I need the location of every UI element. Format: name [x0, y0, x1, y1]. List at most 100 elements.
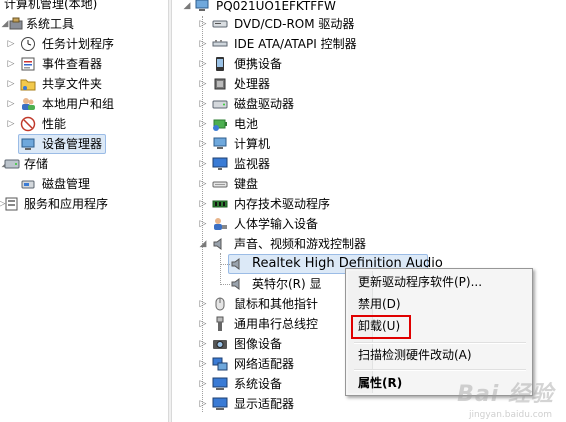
device-category-label: 计算机 — [234, 137, 271, 151]
tree-item-label: 服务和应用程序 — [24, 197, 109, 211]
device-category-label: 监视器 — [234, 157, 271, 171]
tree-item-performance[interactable]: ▷ 性能 — [0, 114, 168, 134]
dvd-drive-icon — [212, 16, 228, 32]
device-category-row[interactable]: ▷ 磁盘驱动器 — [172, 94, 566, 114]
device-category-row[interactable]: ▷ 计算机 — [172, 134, 566, 154]
clock-icon — [20, 36, 36, 52]
device-category-row[interactable]: ▷ IDE ATA/ATAPI 控制器 — [172, 34, 566, 54]
expand-arrow-icon[interactable]: ▷ — [198, 394, 208, 414]
device-category-row[interactable]: ▷ 键盘 — [172, 174, 566, 194]
device-category-row[interactable]: ▷ 便携设备 — [172, 54, 566, 74]
device-category-row[interactable]: ◢ 声音、视频和游戏控制器 — [172, 234, 566, 254]
expand-arrow-icon[interactable]: ▷ — [6, 114, 16, 134]
tree-item-task-scheduler[interactable]: ▷ 任务计划程序 — [0, 34, 168, 54]
expand-arrow-icon[interactable]: ▷ — [198, 314, 208, 334]
device-category-label: 显示适配器 — [234, 397, 295, 411]
tree-item-label: 事件查看器 — [42, 57, 103, 71]
tree-item-event-viewer[interactable]: ▷ 事件查看器 — [0, 54, 168, 74]
collapse-arrow-icon[interactable]: ◢ — [198, 234, 208, 254]
expand-arrow-icon[interactable]: ▷ — [198, 194, 208, 214]
mouse-icon — [212, 296, 228, 312]
expand-arrow-icon[interactable]: ▷ — [198, 294, 208, 314]
sound-icon — [212, 236, 228, 252]
tree-item-storage[interactable]: ◢ 存储 — [0, 154, 168, 174]
expand-arrow-icon[interactable]: ▷ — [198, 74, 208, 94]
disk-management-icon — [20, 176, 36, 192]
expand-arrow-icon[interactable]: ▷ — [198, 34, 208, 54]
system-device-icon — [212, 376, 228, 392]
expand-arrow-icon[interactable]: ▷ — [198, 374, 208, 394]
device-category-label: DVD/CD-ROM 驱动器 — [234, 17, 355, 31]
ide-controller-icon — [212, 36, 228, 52]
device-category-label: 声音、视频和游戏控制器 — [234, 237, 367, 251]
device-category-label: 内存技术驱动程序 — [234, 197, 331, 211]
tree-item-label: 系统工具 — [26, 17, 75, 31]
device-category-label: 通用串行总线控 — [234, 317, 319, 331]
console-tree-pane: 计算机管理(本地) ◢ 系统工具 ▷ 任务计划程序 ▷ 事件查看器 ▷ 共享文件… — [0, 0, 168, 422]
expand-arrow-icon[interactable]: ▷ — [198, 174, 208, 194]
disk-drive-icon — [212, 96, 228, 112]
expand-arrow-icon[interactable]: ▷ — [198, 154, 208, 174]
expand-arrow-icon[interactable]: ▷ — [198, 134, 208, 154]
tree-item-system-tools[interactable]: ◢ 系统工具 — [0, 14, 168, 34]
expand-arrow-icon[interactable]: ▷ — [6, 34, 16, 54]
uninstall-highlight-box — [351, 315, 411, 339]
portable-device-icon — [212, 56, 228, 72]
expand-arrow-icon[interactable]: ▷ — [198, 14, 208, 34]
tree-item-shared-folders[interactable]: ▷ 共享文件夹 — [0, 74, 168, 94]
memory-icon — [212, 196, 228, 212]
device-category-label: 英特尔(R) 显 — [252, 277, 322, 291]
menu-item-properties[interactable]: 属性(R) — [358, 373, 402, 393]
device-category-row[interactable]: ▷ 人体学输入设备 — [172, 214, 566, 234]
menu-item-disable[interactable]: 禁用(D) — [358, 294, 401, 314]
device-manager-icon — [20, 136, 36, 152]
shared-folder-icon — [20, 76, 36, 92]
tree-item-label: 存储 — [24, 157, 49, 171]
expand-arrow-icon[interactable]: ▷ — [198, 94, 208, 114]
speaker-icon — [230, 276, 246, 292]
tree-item-label: 性能 — [42, 117, 67, 131]
device-category-row[interactable]: ▷ 电池 — [172, 114, 566, 134]
device-category-label: 电池 — [234, 117, 259, 131]
device-category-label: 磁盘驱动器 — [234, 97, 295, 111]
tree-root-label: 计算机管理(本地) — [4, 0, 98, 11]
tree-item-label: 共享文件夹 — [42, 77, 103, 91]
tree-item-local-users[interactable]: ▷ 本地用户和组 — [0, 94, 168, 114]
processor-icon — [212, 76, 228, 92]
menu-item-scan-hardware[interactable]: 扫描检测硬件改动(A) — [358, 345, 472, 365]
device-category-label: 图像设备 — [234, 337, 283, 351]
menu-separator — [354, 342, 526, 344]
camera-icon — [212, 336, 228, 352]
expand-arrow-icon[interactable]: ▷ — [6, 94, 16, 114]
expand-arrow-icon[interactable]: ▷ — [6, 74, 16, 94]
device-category-label: 系统设备 — [234, 377, 283, 391]
tools-icon — [8, 16, 24, 32]
battery-icon — [212, 116, 228, 132]
device-category-label: 网络适配器 — [234, 357, 295, 371]
device-category-label: 人体学输入设备 — [234, 217, 319, 231]
menu-item-update-driver[interactable]: 更新驱动程序软件(P)... — [358, 272, 482, 292]
watermark-logo: Bai 经验 — [457, 382, 554, 407]
device-category-row[interactable]: ▷ DVD/CD-ROM 驱动器 — [172, 14, 566, 34]
expand-arrow-icon[interactable]: ▷ — [198, 214, 208, 234]
usb-icon — [212, 316, 228, 332]
expand-arrow-icon[interactable]: ▷ — [198, 334, 208, 354]
event-viewer-icon — [20, 56, 36, 72]
device-category-row[interactable]: ▷ 处理器 — [172, 74, 566, 94]
tree-item-device-manager[interactable]: 设备管理器 — [0, 134, 168, 154]
device-category-label: 便携设备 — [234, 57, 283, 71]
expand-arrow-icon[interactable]: ▷ — [198, 114, 208, 134]
expand-arrow-icon[interactable]: ▷ — [198, 354, 208, 374]
device-category-label: 鼠标和其他指针 — [234, 297, 319, 311]
tree-item-label: 本地用户和组 — [42, 97, 115, 111]
expand-arrow-icon[interactable]: ▷ — [198, 54, 208, 74]
device-category-row[interactable]: ▷ 监视器 — [172, 154, 566, 174]
tree-item-label: 磁盘管理 — [42, 177, 91, 191]
monitor-icon — [212, 156, 228, 172]
tree-connector — [220, 284, 230, 285]
tree-item-disk-management[interactable]: 磁盘管理 — [0, 174, 168, 194]
tree-item-services-apps[interactable]: ▷ 服务和应用程序 — [0, 194, 168, 214]
menu-separator — [354, 369, 526, 371]
device-category-row[interactable]: ▷ 内存技术驱动程序 — [172, 194, 566, 214]
expand-arrow-icon[interactable]: ▷ — [6, 54, 16, 74]
